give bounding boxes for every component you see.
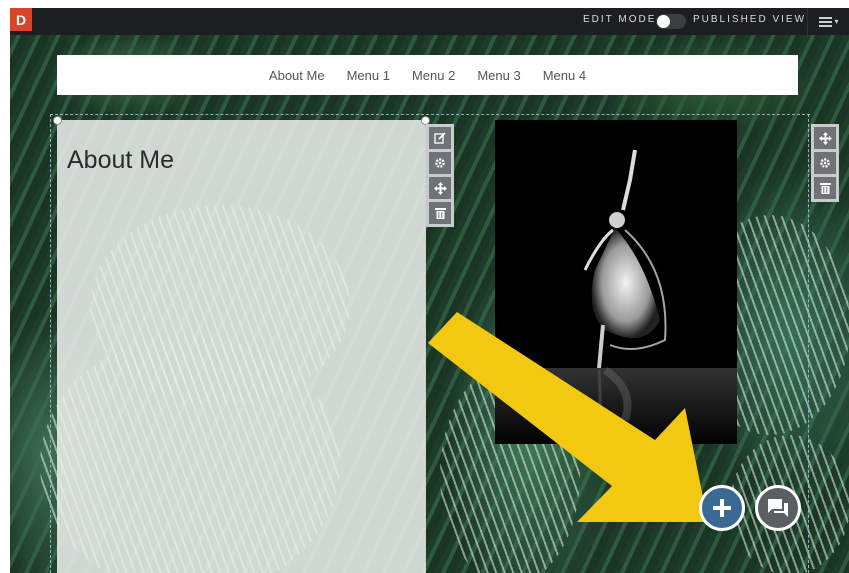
add-block-button[interactable] (699, 485, 745, 531)
plus-icon (713, 499, 731, 517)
chat-button[interactable] (755, 485, 801, 531)
chat-icon (768, 499, 788, 517)
